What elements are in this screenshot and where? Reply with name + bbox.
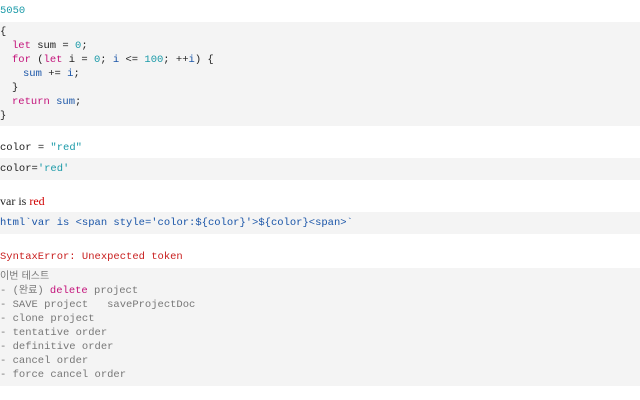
rendered-red-word: red <box>29 194 45 208</box>
sum-output: 5050 <box>0 5 26 17</box>
rendered-text: var is <box>0 194 30 208</box>
keyword: for <box>12 54 31 66</box>
code-line: return sum; <box>12 95 81 109</box>
code-line: for (let i = 0; i <= 100; ++i) { <box>12 53 214 67</box>
code-block: { let sum = 0; for (let i = 0; i <= 100;… <box>0 22 640 126</box>
code-text: <= <box>119 54 145 66</box>
rendered-var-line: var is red <box>0 194 45 208</box>
keyword: delete <box>49 285 88 297</box>
code-line: let sum = 0; <box>12 39 88 53</box>
code-text: += <box>41 68 68 80</box>
done-tag: 완료 <box>18 285 38 296</box>
variable: sum <box>56 96 76 108</box>
list-item: - force cancel order <box>0 369 127 381</box>
html-template-line: html`var is <span style='color:${color}'… <box>0 216 353 230</box>
list-item: - SAVE project saveProjectDoc <box>0 299 196 311</box>
color-attribute: color='red' <box>0 162 69 176</box>
list-item: - (완료) delete project <box>0 284 138 298</box>
color-assignment: color = "red" <box>0 141 82 155</box>
code-line: sum += i; <box>23 67 80 81</box>
list-text: project <box>87 285 139 297</box>
template-string: `var is <span style='color:${color}'>${c… <box>25 217 353 229</box>
code-text: ) { <box>194 54 214 66</box>
number-literal: 100 <box>144 54 164 66</box>
code-text: color <box>0 163 32 175</box>
code-text: ; <box>81 40 88 52</box>
list-item: - cancel order <box>0 355 89 367</box>
code-line: } <box>12 82 19 94</box>
list-item: - tentative order <box>0 327 108 339</box>
code-text: ( <box>30 54 44 66</box>
keyword: let <box>43 54 63 66</box>
code-text: sum = <box>30 40 76 52</box>
code-text: i = <box>62 54 94 66</box>
syntax-error-message: SyntaxError: Unexpected token <box>0 251 183 263</box>
string-literal: "red" <box>50 142 82 154</box>
code-text: ; <box>100 54 113 66</box>
test-title: 이번 테스트 <box>0 271 50 282</box>
tag-function: html <box>0 217 26 229</box>
variable: sum <box>23 68 42 80</box>
keyword: return <box>12 96 50 108</box>
list-item: - definitive order <box>0 341 114 353</box>
code-line: { <box>0 26 7 38</box>
code-text: ; ++ <box>163 54 189 66</box>
keyword: let <box>12 40 31 52</box>
list-text: - ( <box>0 285 19 297</box>
code-text: ; <box>73 68 80 80</box>
list-item: - clone project <box>0 313 95 325</box>
code-text: ; <box>75 96 82 108</box>
list-text: ) <box>37 285 50 297</box>
code-line: } <box>0 110 7 122</box>
code-text: color <box>0 142 32 154</box>
test-block: 이번 테스트 - (완료) delete project - SAVE proj… <box>0 268 640 386</box>
string-literal: 'red' <box>37 163 70 175</box>
attr-block: color='red' <box>0 158 640 180</box>
template-block: html`var is <span style='color:${color}'… <box>0 212 640 234</box>
code-text: = <box>31 142 51 154</box>
